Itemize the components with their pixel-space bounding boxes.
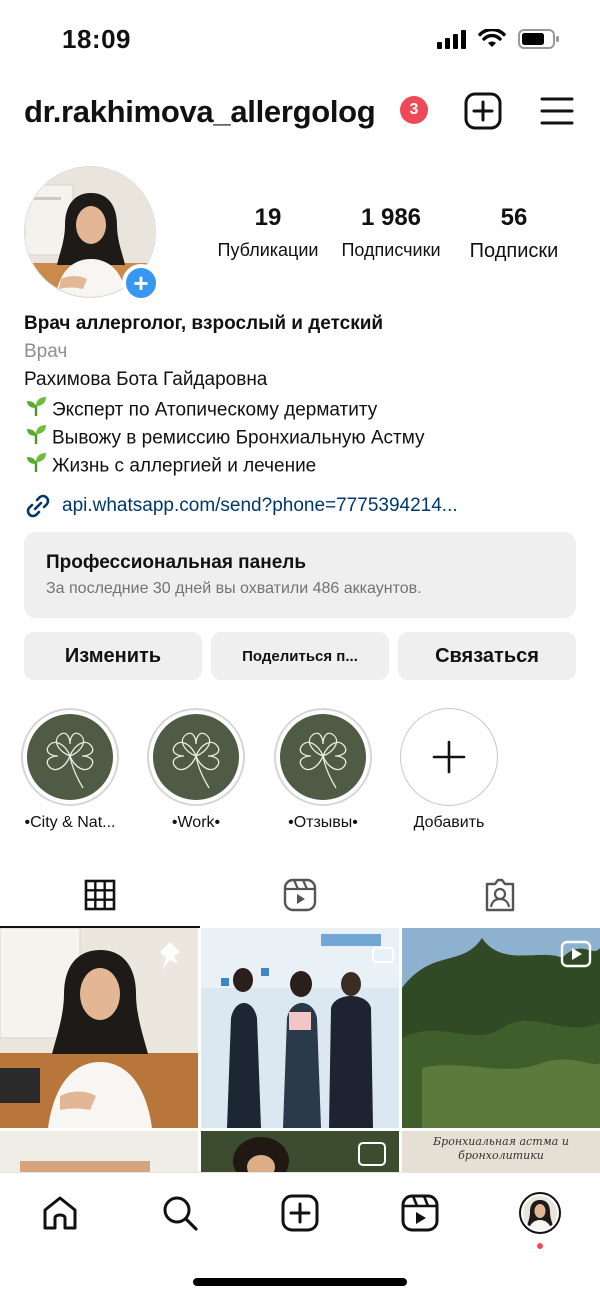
grid-icon — [84, 879, 116, 911]
post-caption: Бронхиальная астма и бронхолитики — [433, 1135, 569, 1162]
status-bar: 18:09 — [0, 0, 600, 80]
post-thumbnail[interactable] — [201, 928, 399, 1128]
signal-icon — [437, 30, 466, 49]
bio-line: Вывожу в ремиссию Бронхиальную Астму — [24, 422, 584, 450]
profile-tabs — [0, 862, 600, 928]
highlight-label: Добавить — [413, 814, 485, 831]
link-icon — [26, 494, 50, 518]
reels-icon — [401, 1194, 439, 1232]
followers-label: Подписчики — [341, 240, 441, 260]
pro-panel-subtitle: За последние 30 дней вы охватили 486 акк… — [46, 580, 422, 597]
profile-avatar-icon — [519, 1192, 561, 1234]
stat-posts[interactable]: 19 Публикации — [212, 204, 324, 261]
search-icon — [163, 1196, 198, 1231]
add-highlight-button[interactable] — [400, 708, 498, 806]
pro-panel-title: Профессиональная панель — [46, 552, 307, 573]
posts-label: Публикации — [217, 240, 319, 260]
notification-badge[interactable]: 3 — [400, 96, 428, 124]
plus-icon — [432, 740, 466, 774]
home-icon — [43, 1196, 77, 1230]
highlight-label: •City & Nat... — [24, 814, 116, 831]
bio-link[interactable]: api.whatsapp.com/send?phone=7775394214..… — [24, 492, 458, 520]
create-post-icon[interactable] — [464, 92, 502, 130]
status-time: 18:09 — [62, 24, 131, 54]
clover-icon — [27, 714, 113, 800]
wifi-icon — [478, 29, 506, 47]
profile-header: dr.rakhimova_allergolog 3 — [0, 88, 600, 138]
post-thumbnail[interactable] — [402, 928, 600, 1128]
seedling-icon — [24, 450, 52, 483]
following-count: 56 — [500, 204, 528, 231]
post-thumbnail[interactable] — [201, 1131, 399, 1173]
profile-notification-dot — [537, 1243, 543, 1249]
highlight-add[interactable]: Добавить — [399, 708, 499, 832]
clover-icon — [153, 714, 239, 800]
edit-profile-button[interactable]: Изменить — [24, 632, 202, 680]
stat-followers[interactable]: 1 986 Подписчики — [334, 204, 448, 261]
bio-name: Врач аллерголог, взрослый и детский — [24, 313, 384, 334]
username[interactable]: dr.rakhimova_allergolog — [24, 94, 376, 130]
profile-avatar[interactable]: + — [24, 166, 160, 302]
nav-home[interactable] — [38, 1191, 82, 1235]
create-icon — [281, 1194, 319, 1232]
tab-grid[interactable] — [0, 862, 200, 928]
battery-icon — [518, 29, 559, 49]
nav-profile[interactable] — [518, 1191, 562, 1249]
bottom-navigation — [0, 1172, 600, 1252]
highlight-ring — [274, 708, 372, 806]
status-icons — [436, 28, 560, 50]
posts-grid: Бронхиальная астма и бронхолитики — [0, 928, 600, 1173]
clover-icon — [280, 714, 366, 800]
nav-reels[interactable] — [398, 1191, 442, 1235]
tab-reels[interactable] — [200, 862, 400, 928]
bio-line-text: Вывожу в ремиссию Бронхиальную Астму — [52, 427, 425, 449]
followers-count: 1 986 — [360, 204, 422, 231]
nav-create[interactable] — [278, 1191, 322, 1235]
bio-link-text: api.whatsapp.com/send?phone=7775394214..… — [62, 495, 458, 516]
post-thumbnail[interactable] — [0, 1131, 198, 1173]
share-profile-button[interactable]: Поделиться п... — [211, 632, 389, 680]
bio-line: Рахимова Бота Гайдаровна — [24, 369, 268, 390]
menu-icon[interactable] — [540, 96, 574, 126]
profile-bio: Врач аллерголог, взрослый и детский Врач… — [24, 310, 584, 478]
post-thumbnail[interactable] — [0, 928, 198, 1128]
tagged-icon — [485, 878, 515, 912]
following-label: Подписки — [469, 240, 559, 262]
highlight-ring — [21, 708, 119, 806]
professional-dashboard[interactable]: Профессиональная панель За последние 30 … — [24, 532, 576, 618]
highlight-work[interactable]: •Work• — [146, 708, 246, 832]
home-indicator[interactable] — [193, 1278, 407, 1286]
stat-following[interactable]: 56 Подписки — [460, 204, 568, 263]
highlight-label: •Отзывы• — [288, 814, 358, 831]
post-thumbnail[interactable]: Бронхиальная астма и бронхолитики — [402, 1131, 600, 1173]
highlight-ring — [147, 708, 245, 806]
bio-category: Врач — [24, 341, 68, 362]
highlight-city-nature[interactable]: •City & Nat... — [20, 708, 120, 832]
bio-line-text: Жизнь с аллергией и лечение — [52, 455, 317, 477]
reels-icon — [283, 878, 317, 912]
highlight-label: •Work• — [171, 814, 221, 831]
bio-line-text: Эксперт по Атопическому дерматиту — [52, 399, 378, 421]
bio-line: Жизнь с аллергией и лечение — [24, 450, 584, 478]
highlight-reviews[interactable]: •Отзывы• — [273, 708, 373, 832]
add-story-button[interactable]: + — [122, 264, 160, 302]
nav-search[interactable] — [158, 1191, 202, 1235]
contact-button[interactable]: Связаться — [398, 632, 576, 680]
tab-tagged[interactable] — [400, 862, 600, 928]
posts-count: 19 — [254, 204, 282, 231]
bio-line: Эксперт по Атопическому дерматиту — [24, 394, 584, 422]
